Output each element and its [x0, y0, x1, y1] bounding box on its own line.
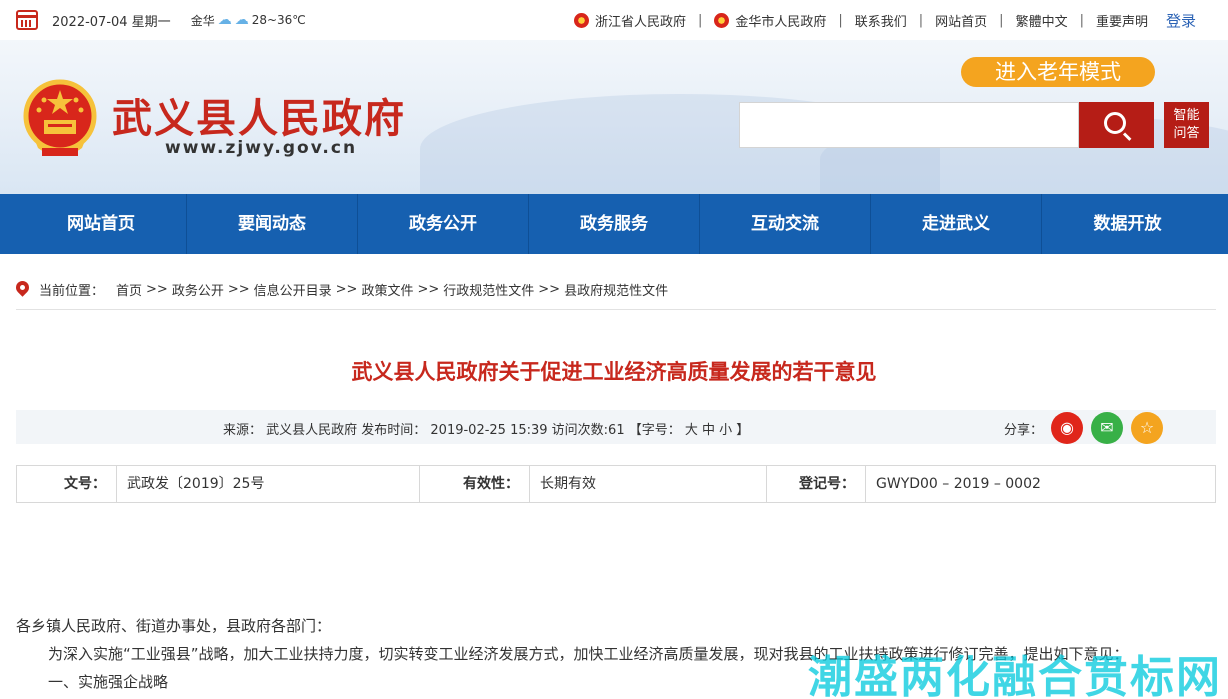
article-meta-bar: 来源： 武义县人民政府 发布时间： 2019-02-25 15:39 访问次数:… — [16, 410, 1216, 444]
article-meta-info: 来源： 武义县人民政府 发布时间： 2019-02-25 15:39 访问次数:… — [223, 423, 750, 438]
login-link[interactable]: 登录 — [1166, 10, 1196, 31]
favorite-star-icon[interactable]: ☆ — [1131, 412, 1163, 444]
paragraph-salutation: 各乡镇人民政府、街道办事处，县政府各部门： — [16, 617, 332, 635]
calendar-icon — [16, 10, 38, 30]
nav-item-gov-services[interactable]: 政务服务 — [529, 194, 700, 254]
emblem-icon — [714, 13, 730, 28]
search-button[interactable] — [1079, 102, 1154, 148]
link-jinhua-gov[interactable]: 金华市人民政府 — [735, 11, 826, 30]
location-pin-icon — [16, 281, 29, 298]
search-icon — [1104, 112, 1126, 134]
main-nav: 网站首页 要闻动态 政务公开 政务服务 互动交流 走进武义 数据开放 — [0, 194, 1228, 254]
breadcrumb-item[interactable]: 县政府规范性文件 — [564, 280, 668, 299]
nav-item-about-wuyi[interactable]: 走进武义 — [871, 194, 1042, 254]
cloud-icon: ☁ — [234, 12, 249, 28]
breadcrumb-item[interactable]: 信息公开目录 — [254, 280, 332, 299]
weather-temperature: 28~36℃ — [251, 13, 306, 27]
breadcrumb-item[interactable]: 政务公开 — [172, 280, 224, 299]
nav-item-news[interactable]: 要闻动态 — [187, 194, 358, 254]
current-date: 2022-07-04 星期一 — [52, 14, 171, 30]
document-properties-table: 文号： 武政发〔2019〕25号 有效性： 长期有效 登记号： GWYD00 –… — [16, 465, 1216, 503]
breadcrumb-separator: >> — [335, 281, 358, 297]
breadcrumb-separator: >> — [227, 281, 250, 297]
article-title: 武义县人民政府关于促进工业经济高质量发展的若干意见 — [351, 360, 877, 384]
elder-mode-button[interactable]: 进入老年模式 — [961, 57, 1155, 87]
breadcrumb-label: 当前位置： — [39, 283, 105, 299]
share-label: 分享： — [1004, 423, 1044, 438]
breadcrumb-item[interactable]: 行政规范性文件 — [443, 280, 534, 299]
nav-item-home[interactable]: 网站首页 — [16, 194, 187, 254]
breadcrumb: 当前位置： 首页 >> 政务公开 >> 信息公开目录 >> 政策文件 >> 行政… — [16, 279, 668, 299]
nav-item-gov-affairs[interactable]: 政务公开 — [358, 194, 529, 254]
doc-number-label: 文号： — [17, 466, 117, 502]
watermark-text: 潮盛两化融合贯标网 — [808, 652, 1222, 699]
site-title: 武义县人民政府 — [112, 95, 406, 142]
smart-qa-label-line1: 智能 — [1173, 108, 1200, 123]
link-traditional-chinese[interactable]: 繁體中文 — [1016, 11, 1068, 30]
breadcrumb-item[interactable]: 首页 — [116, 280, 142, 299]
national-emblem-logo — [23, 79, 97, 156]
link-zhejiang-gov[interactable]: 浙江省人民政府 — [595, 11, 686, 30]
link-site-home[interactable]: 网站首页 — [935, 11, 987, 30]
breadcrumb-item[interactable]: 政策文件 — [361, 280, 413, 299]
nav-item-interaction[interactable]: 互动交流 — [700, 194, 871, 254]
weibo-share-icon[interactable]: ◉ — [1051, 412, 1083, 444]
weather-city: 金华 — [190, 13, 215, 28]
weather-widget: 金华 ☁ ☁ 28~36℃ — [191, 12, 306, 29]
nav-item-open-data[interactable]: 数据开放 — [1042, 194, 1213, 254]
wechat-share-icon[interactable]: ✉ — [1091, 412, 1123, 444]
smart-qa-button[interactable]: 智能 问答 — [1164, 102, 1209, 148]
search-input[interactable] — [739, 102, 1079, 148]
cloud-icon: ☁ — [217, 12, 232, 28]
validity-label: 有效性： — [420, 466, 530, 502]
smart-qa-label-line2: 问答 — [1173, 126, 1200, 141]
divider — [16, 309, 1216, 310]
doc-number-value: 武政发〔2019〕25号 — [117, 466, 420, 502]
link-important-notice[interactable]: 重要声明 — [1096, 11, 1148, 30]
emblem-icon — [573, 13, 589, 28]
breadcrumb-separator: >> — [146, 281, 168, 297]
breadcrumb-separator: >> — [538, 281, 561, 297]
site-url: www.zjwy.gov.cn — [165, 138, 358, 158]
link-contact-us[interactable]: 联系我们 — [855, 11, 907, 30]
registration-value: GWYD00 – 2019 – 0002 — [876, 476, 1041, 492]
top-bar: 2022-07-04 星期一 金华 ☁ ☁ 28~36℃ 浙江省人民政府 | 金… — [0, 0, 1228, 40]
validity-value: 长期有效 — [530, 466, 767, 502]
registration-label: 登记号： — [767, 466, 866, 502]
header-banner: 武义县人民政府 www.zjwy.gov.cn 进入老年模式 智能 问答 — [0, 40, 1228, 194]
breadcrumb-separator: >> — [417, 281, 440, 297]
